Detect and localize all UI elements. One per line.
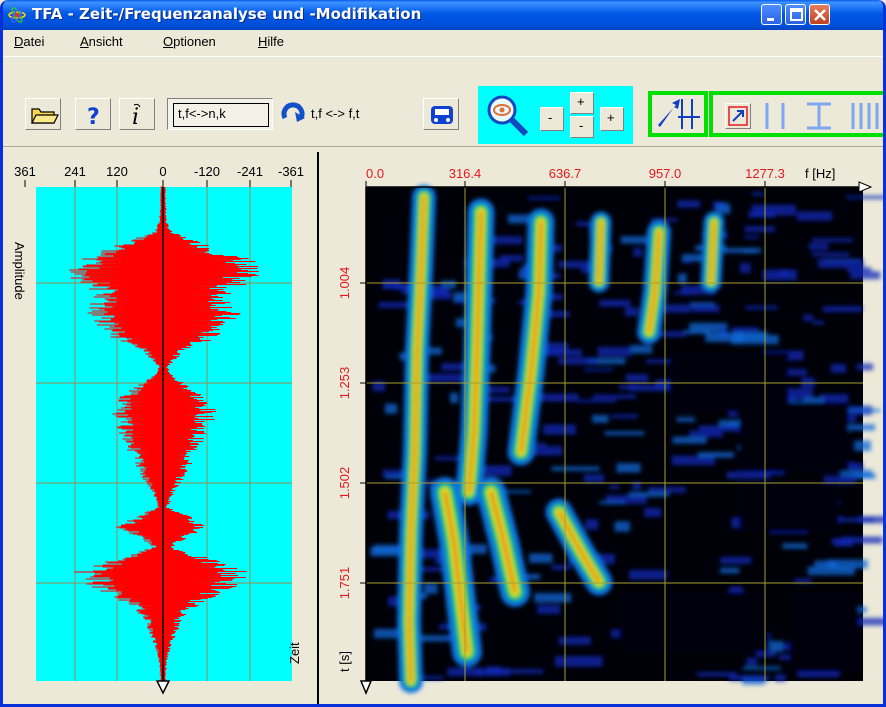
time-cursor-marker[interactable] [359,680,373,695]
tf-nk-label: t,f<->n,k [178,106,226,121]
time-unit-label: t [s] [337,651,352,672]
menu-ansicht-label: nsicht [88,34,123,49]
quiet-region-3 [789,592,859,672]
car-icon [431,106,453,124]
menu-ansicht[interactable]: Ansicht [80,34,123,49]
arrow-icon [728,106,748,126]
amp-tick-3: 0 [159,164,166,179]
car-button[interactable] [423,98,459,130]
menu-datei-label: atei [23,34,45,49]
zoom-group: - + - + [478,86,633,144]
freq-tick-3: 957.0 [649,166,682,181]
menu-hilfe-label: ilfe [267,34,285,49]
zeit-label: Zeit [287,642,302,664]
title-bar[interactable]: TFA - Zeit-/Frequenzanalyse und -Modifik… [3,0,883,30]
tf-nk-button[interactable]: t,f<->n,k [167,98,273,130]
app-icon [8,7,26,23]
spectrogram-plot[interactable]: 0.0 316.4 636.7 957.0 1277.3 1.004 1.253 1.502 1… [319,152,886,704]
zoom-in-label: + [607,110,615,125]
waveform-plot[interactable]: 361 241 120 0 -120 -241 -361 Amplitude Zeit [3,152,313,704]
menu-optionen-label: ptionen [173,34,216,49]
freq-tick-0: 0.0 [366,166,384,181]
amplitude-label: Amplitude [12,242,27,300]
zoom-out-label: - [548,110,553,125]
info-button[interactable]: i [119,98,155,130]
folder-open-icon [31,108,59,124]
amp-tick-4: -120 [194,164,220,179]
amp-tick-0: 361 [14,164,36,179]
freq-tick-2: 636.7 [549,166,582,181]
svg-text:i: i [132,105,139,130]
minimize-button[interactable] [761,4,782,25]
magnifier-icon[interactable] [482,90,532,140]
waveform-cursor-marker[interactable] [155,680,171,695]
swap-label: t,f <-> f,t [311,106,360,121]
amp-tick-2: 120 [106,164,128,179]
menu-bar: Datei Ansicht Optionen Hilfe [3,30,883,54]
time-tick-3: 1.751 [337,567,352,600]
svg-text:?: ? [87,105,100,130]
zoom-y-in-label: + [577,94,585,109]
arrow-tool-button[interactable] [725,103,751,129]
menu-datei[interactable]: Datei [14,34,44,49]
spectrogram-panel: 0.0 316.4 636.7 957.0 1277.3 1.004 1.253 1.502 1… [319,152,886,704]
menu-hilfe-accel: H [258,34,268,49]
zoom-y-in-button[interactable]: + [570,92,594,114]
amp-tick-6: -361 [278,164,304,179]
swap-axes-button[interactable]: t,f <-> f,t [281,98,411,130]
menu-ansicht-accel: A [80,34,89,49]
time-tick-2: 1.502 [337,467,352,500]
info-icon: i [132,103,141,130]
app-window: TFA - Zeit-/Frequenzanalyse und -Modifik… [0,0,886,707]
selection-tool-group [709,91,886,137]
freq-tick-1: 316.4 [449,166,482,181]
maximize-icon [790,8,803,21]
freq-unit-label: f [Hz] [805,166,835,181]
help-button[interactable]: ? [75,98,111,130]
zoom-y-out-label: - [579,118,584,133]
zoom-out-button[interactable]: - [540,107,564,131]
freq-tick-4: 1277.3 [745,166,785,181]
cursor-bars-icon[interactable] [652,95,704,133]
amp-tick-5: -241 [237,164,263,179]
horizontal-bars-icon[interactable] [803,101,839,131]
menu-optionen[interactable]: Optionen [163,34,216,49]
window-title: TFA - Zeit-/Frequenzanalyse und -Modifik… [32,5,422,23]
open-button[interactable] [25,98,61,130]
quiet-region-2 [619,592,769,652]
zoom-y-out-button[interactable]: - [570,116,594,138]
maximize-button[interactable] [785,4,806,25]
rotate-icon [281,102,305,122]
time-tick-1: 1.253 [337,367,352,400]
zoom-in-button[interactable]: + [600,107,624,131]
toolbar: ? i t,f<->n,k t,f <-> f,t - + - + [3,56,883,148]
question-icon: ? [87,105,100,130]
quiet-region-4 [739,482,839,532]
waveform-panel: 361 241 120 0 -120 -241 -361 Amplitude Zeit [3,152,313,704]
menu-optionen-accel: O [163,34,174,49]
freq-axis-arrow [858,181,873,193]
quiet-region-1 [739,402,849,472]
minimize-icon [767,18,774,21]
amp-tick-1: 241 [64,164,86,179]
close-button[interactable] [809,4,830,25]
menu-hilfe[interactable]: Hilfe [258,34,284,49]
vertical-bars-icon[interactable] [759,101,795,131]
multi-bars-icon[interactable] [847,101,886,131]
cursor-tool-group [648,91,708,137]
menu-datei-accel: D [14,34,24,49]
time-tick-0: 1.004 [337,267,352,300]
close-icon [814,9,826,21]
